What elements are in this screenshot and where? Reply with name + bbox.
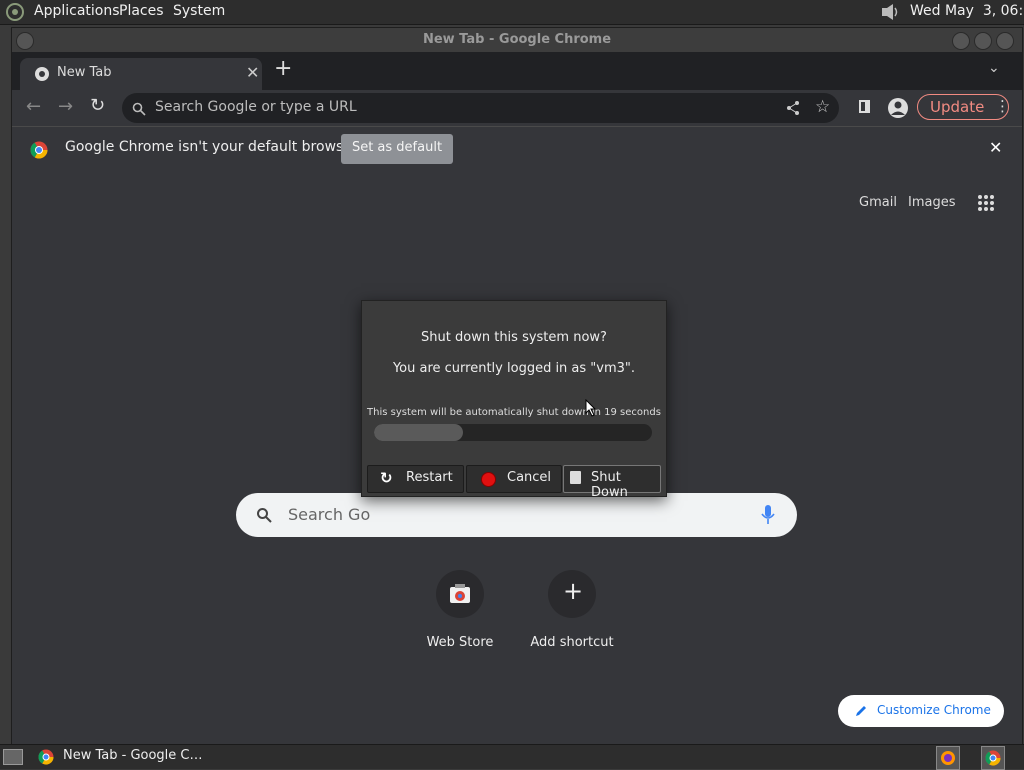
taskbar-item-label: New Tab - Google C… [63, 748, 203, 763]
cancel-icon [481, 472, 496, 487]
web-store-tile [436, 570, 484, 618]
chrome-taskbar-icon [38, 749, 54, 765]
window-title: New Tab - Google Chrome [422, 32, 612, 47]
shutdown-dialog: Shut down this system now? You are curre… [361, 300, 667, 500]
apps-grid-icon[interactable] [977, 194, 995, 212]
shut-down-label: Shut Down [591, 470, 628, 500]
countdown-progress-bar [374, 424, 652, 441]
web-store-icon [450, 584, 470, 603]
shortcut-label: Add shortcut [530, 635, 614, 650]
volume-icon[interactable] [878, 2, 902, 22]
images-link[interactable]: Images [908, 195, 956, 210]
gmail-link[interactable]: Gmail [859, 195, 897, 210]
menu-system[interactable]: System [173, 3, 225, 19]
chrome-launcher[interactable] [981, 746, 1005, 770]
update-button[interactable]: Update ⋮ [917, 94, 1010, 120]
restart-icon: ↻ [380, 469, 393, 487]
menu-kebab-icon[interactable]: ⋮ [995, 97, 1010, 115]
shortcut-web-store[interactable]: Web Store [417, 568, 503, 658]
maximize-button[interactable] [974, 32, 992, 50]
customize-chrome-label: Customize Chrome [877, 703, 991, 717]
ntp-search-placeholder: Search Go [288, 505, 371, 524]
default-browser-infobar: Google Chrome isn't your default browser… [12, 126, 1022, 174]
chrome-favicon-icon [35, 67, 49, 81]
customize-chrome-button[interactable]: Customize Chrome [838, 695, 1004, 727]
plus-icon: + [563, 577, 584, 605]
menu-applications[interactable]: Applications [34, 3, 120, 19]
share-icon[interactable] [785, 100, 801, 116]
side-panel-icon[interactable] [859, 100, 870, 113]
show-desktop-icon[interactable] [3, 749, 23, 765]
ntp-search-icon [257, 508, 272, 523]
top-panel: Applications Places System Wed May 3, 06… [0, 0, 1024, 25]
tab-search-chevron-icon[interactable]: ⌄ [988, 60, 1000, 76]
taskbar-item-chrome[interactable]: New Tab - Google C… [28, 746, 204, 767]
title-bar[interactable]: New Tab - Google Chrome [12, 28, 1022, 52]
firefox-icon [941, 751, 955, 765]
distro-logo-icon[interactable] [4, 2, 26, 22]
back-arrow-icon[interactable]: ← [26, 96, 41, 117]
microphone-icon[interactable] [761, 505, 775, 525]
omnibox-placeholder: Search Google or type a URL [155, 99, 357, 115]
new-tab-plus-icon[interactable]: + [274, 56, 292, 81]
bottom-panel: New Tab - Google C… [0, 744, 1024, 770]
omnibox[interactable]: Search Google or type a URL ☆ [122, 93, 839, 123]
tab-title: New Tab [57, 65, 112, 80]
clock[interactable]: Wed May 3, 06:15 [910, 3, 1024, 19]
shortcut-add[interactable]: + Add shortcut [527, 568, 617, 658]
firefox-launcher[interactable] [936, 746, 960, 770]
restart-button[interactable]: ↻ Restart [367, 465, 464, 493]
forward-arrow-icon[interactable]: → [58, 96, 73, 117]
ntp-search-box[interactable]: Search Go [236, 493, 797, 537]
search-icon [132, 102, 146, 116]
infobar-message: Google Chrome isn't your default browser [65, 139, 358, 155]
toolbar: ← → ↻ Search Google or type a URL ☆ Upda… [12, 90, 1022, 126]
shutdown-icon [570, 471, 581, 484]
close-window-button[interactable] [996, 32, 1014, 50]
shortcut-label: Web Store [426, 635, 494, 650]
menu-places[interactable]: Places [119, 3, 164, 19]
tab-strip: New Tab ✕ + ⌄ [12, 52, 1022, 90]
reload-icon[interactable]: ↻ [90, 95, 105, 116]
restart-label: Restart [406, 470, 453, 485]
set-as-default-button[interactable]: Set as default [341, 134, 453, 164]
close-infobar-icon[interactable]: ✕ [989, 138, 1002, 157]
cancel-button[interactable]: Cancel [466, 465, 562, 493]
add-shortcut-tile: + [548, 570, 596, 618]
profile-avatar-icon[interactable] [887, 97, 909, 119]
dialog-subtitle: You are currently logged in as "vm3". [392, 361, 636, 376]
tab-new-tab[interactable]: New Tab ✕ [20, 58, 262, 90]
countdown-progress-fill [374, 424, 463, 441]
update-label: Update [930, 98, 985, 116]
minimize-button[interactable] [952, 32, 970, 50]
cancel-label: Cancel [507, 470, 552, 485]
countdown-text: This system will be automatically shut d… [367, 407, 661, 418]
dialog-title: Shut down this system now? [421, 330, 607, 345]
chrome-logo-icon [30, 141, 48, 159]
close-tab-icon[interactable]: ✕ [246, 63, 259, 82]
set-as-default-label: Set as default [351, 140, 443, 155]
mouse-cursor-icon [585, 399, 597, 417]
chrome-launcher-icon [985, 750, 1001, 766]
pencil-icon [856, 706, 866, 716]
bookmark-star-icon[interactable]: ☆ [815, 97, 830, 117]
shut-down-button[interactable]: Shut Down [563, 465, 661, 500]
